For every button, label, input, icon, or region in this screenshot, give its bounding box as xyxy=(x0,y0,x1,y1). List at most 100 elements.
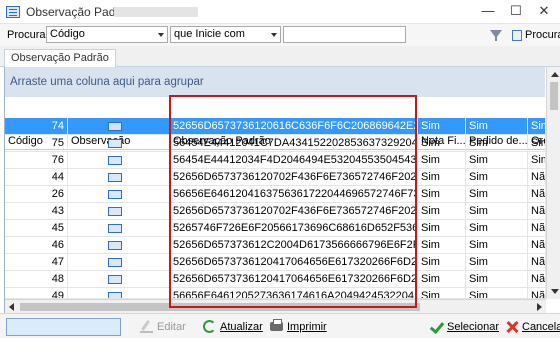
cell-nota-fiscal: Sim xyxy=(418,254,466,271)
table-row[interactable]: 75 56454E44412041C7DA43415220285363732920… xyxy=(5,135,546,152)
search-field-select[interactable]: Código xyxy=(46,26,168,43)
cell-codigo: 46 xyxy=(5,237,68,254)
table-row[interactable]: 44 52656D6573736120702F436F6E736572746F20… xyxy=(5,169,546,186)
group-by-panel[interactable]: Arraste uma coluna aqui para agrupar xyxy=(5,67,545,97)
title-bar: Observação Padrão — ☐ ✕ xyxy=(0,0,560,24)
cell-codigo: 44 xyxy=(5,169,68,186)
cell-nota-fiscal: Sim xyxy=(418,203,466,220)
cell-observacao-padrao: 52656D6573736120417064656E617320266F6D2E xyxy=(170,254,418,271)
horizontal-scrollbar[interactable] xyxy=(5,299,546,313)
tab-bar: Observação Padrão xyxy=(0,46,560,67)
cell-nota-fiscal: Sim xyxy=(418,186,466,203)
vertical-scroll-thumb[interactable] xyxy=(550,82,558,110)
vertical-scrollbar[interactable] xyxy=(546,67,560,299)
search-label: Procurar xyxy=(7,29,50,41)
memo-icon[interactable] xyxy=(108,241,122,250)
cell-observacao-padrao: 56656E6461205273636174616A2049424532204 xyxy=(170,288,418,298)
cell-orcamento: Não xyxy=(528,220,546,237)
cell-observacao-padrao: 56454E44412041C7DA4341522028536373292042… xyxy=(170,135,418,152)
cancel-button[interactable]: Cancela xyxy=(505,318,560,336)
cell-codigo: 48 xyxy=(5,271,68,288)
scroll-left-icon[interactable] xyxy=(9,303,14,311)
cell-observacao xyxy=(68,203,170,220)
app-icon xyxy=(6,6,20,18)
table-row[interactable]: 47 52656D6573736120417064656E617320266F6D… xyxy=(5,254,546,271)
table-row[interactable]: 46 52656D657373612C2004D6173566666796E6F2… xyxy=(5,237,546,254)
memo-icon[interactable] xyxy=(108,207,122,216)
memo-icon[interactable] xyxy=(108,224,122,233)
cell-orcamento: Não xyxy=(528,288,546,298)
tab-observacao-padrao[interactable]: Observação Padrão xyxy=(4,49,116,67)
table-row[interactable]: 48 52656D6573736120417064656E617320266F6D… xyxy=(5,271,546,288)
edit-button[interactable]: Editar xyxy=(140,318,186,336)
cell-observacao xyxy=(68,118,170,135)
column-header-row: Código Observação Observação Padrão Nota… xyxy=(5,100,546,150)
cell-observacao xyxy=(68,237,170,254)
memo-icon[interactable] xyxy=(108,292,122,298)
chevron-down-icon xyxy=(158,33,164,37)
cell-codigo: 74 xyxy=(5,118,68,135)
memo-icon[interactable] xyxy=(108,156,122,165)
table-row[interactable]: 45 5265746F726E6F20566173696C68616D652F53… xyxy=(5,220,546,237)
table-row[interactable]: 74 52656D6573736120616C636F6F6C206869642E… xyxy=(5,118,546,135)
scroll-down-icon[interactable] xyxy=(551,289,559,294)
cell-observacao xyxy=(68,288,170,298)
cell-pedido: Sim xyxy=(466,254,528,271)
pencil-icon xyxy=(140,320,153,333)
select-button[interactable]: Selecionar xyxy=(430,318,499,336)
table-row[interactable]: 76 56454E44412034F4D2046494E5320455350454… xyxy=(5,152,546,169)
cell-observacao-padrao: 52656D657373612C2004D6173566666796E6F2F xyxy=(170,237,418,254)
maximize-button[interactable]: ☐ xyxy=(502,0,530,24)
search-input[interactable] xyxy=(283,26,406,43)
search-mode-value: que Inicie com xyxy=(174,28,245,40)
cell-observacao-padrao: 52656D6573736120702F436F6E736572746F2028… xyxy=(170,169,418,186)
cell-codigo: 49 xyxy=(5,288,68,298)
select-button-label: Selecionar xyxy=(447,321,499,333)
memo-icon[interactable] xyxy=(108,173,122,182)
refresh-button[interactable]: Atualizar xyxy=(203,318,263,336)
cell-observacao xyxy=(68,169,170,186)
close-button[interactable]: ✕ xyxy=(530,0,558,24)
table-row[interactable]: 26 56656E6461204163756361722044696572746F… xyxy=(5,186,546,203)
table-row[interactable]: 43 52656D6573736120702F436F6E736572746F20… xyxy=(5,203,546,220)
filter-icon[interactable] xyxy=(490,30,502,41)
cell-observacao-padrao: 52656D6573736120702F436F6E736572746F2028… xyxy=(170,203,418,220)
cell-orcamento: Não xyxy=(528,254,546,271)
cell-pedido: Sim xyxy=(466,118,528,135)
cell-observacao-padrao: 52656D6573736120417064656E617320266F6D2E xyxy=(170,271,418,288)
cell-orcamento: Não xyxy=(528,203,546,220)
search-button-label: Procurar xyxy=(525,29,560,41)
refresh-icon xyxy=(203,320,216,333)
cell-pedido: Sim xyxy=(466,135,528,152)
memo-icon[interactable] xyxy=(108,258,122,267)
table-row[interactable]: 49 56656E6461205273636174616A204942453220… xyxy=(5,288,546,299)
cell-pedido: Sim xyxy=(466,186,528,203)
cell-nota-fiscal: Sim xyxy=(418,271,466,288)
cell-observacao-padrao: 5265746F726E6F20566173696C68616D652F5361… xyxy=(170,220,418,237)
search-mode-select[interactable]: que Inicie com xyxy=(170,26,281,43)
print-button-label: Imprimir xyxy=(287,321,327,333)
search-toolbar: Procurar Código que Inicie com Procurar xyxy=(0,24,560,46)
cell-pedido: Sim xyxy=(466,169,528,186)
minimize-button[interactable]: — xyxy=(474,0,502,24)
memo-icon[interactable] xyxy=(108,190,122,199)
cell-orcamento: Sim xyxy=(528,135,546,152)
memo-icon[interactable] xyxy=(108,275,122,284)
bottom-action-bar: Editar Atualizar Imprimir Selecionar Can… xyxy=(0,313,560,338)
print-button[interactable]: Imprimir xyxy=(270,318,327,336)
memo-icon[interactable] xyxy=(108,139,122,148)
cell-nota-fiscal: Sim xyxy=(418,135,466,152)
quick-input[interactable] xyxy=(6,318,121,336)
cell-codigo: 26 xyxy=(5,186,68,203)
scroll-right-icon[interactable] xyxy=(537,303,542,311)
horizontal-scroll-thumb[interactable] xyxy=(20,303,420,311)
cell-pedido: Sim xyxy=(466,152,528,169)
cell-nota-fiscal: Sim xyxy=(418,152,466,169)
cell-nota-fiscal: Sim xyxy=(418,169,466,186)
cell-nota-fiscal: Sim xyxy=(418,220,466,237)
memo-icon[interactable] xyxy=(108,122,122,131)
scroll-up-icon[interactable] xyxy=(551,72,559,77)
search-button[interactable]: Procurar xyxy=(512,27,560,44)
cell-pedido: Sim xyxy=(466,271,528,288)
cell-codigo: 45 xyxy=(5,220,68,237)
